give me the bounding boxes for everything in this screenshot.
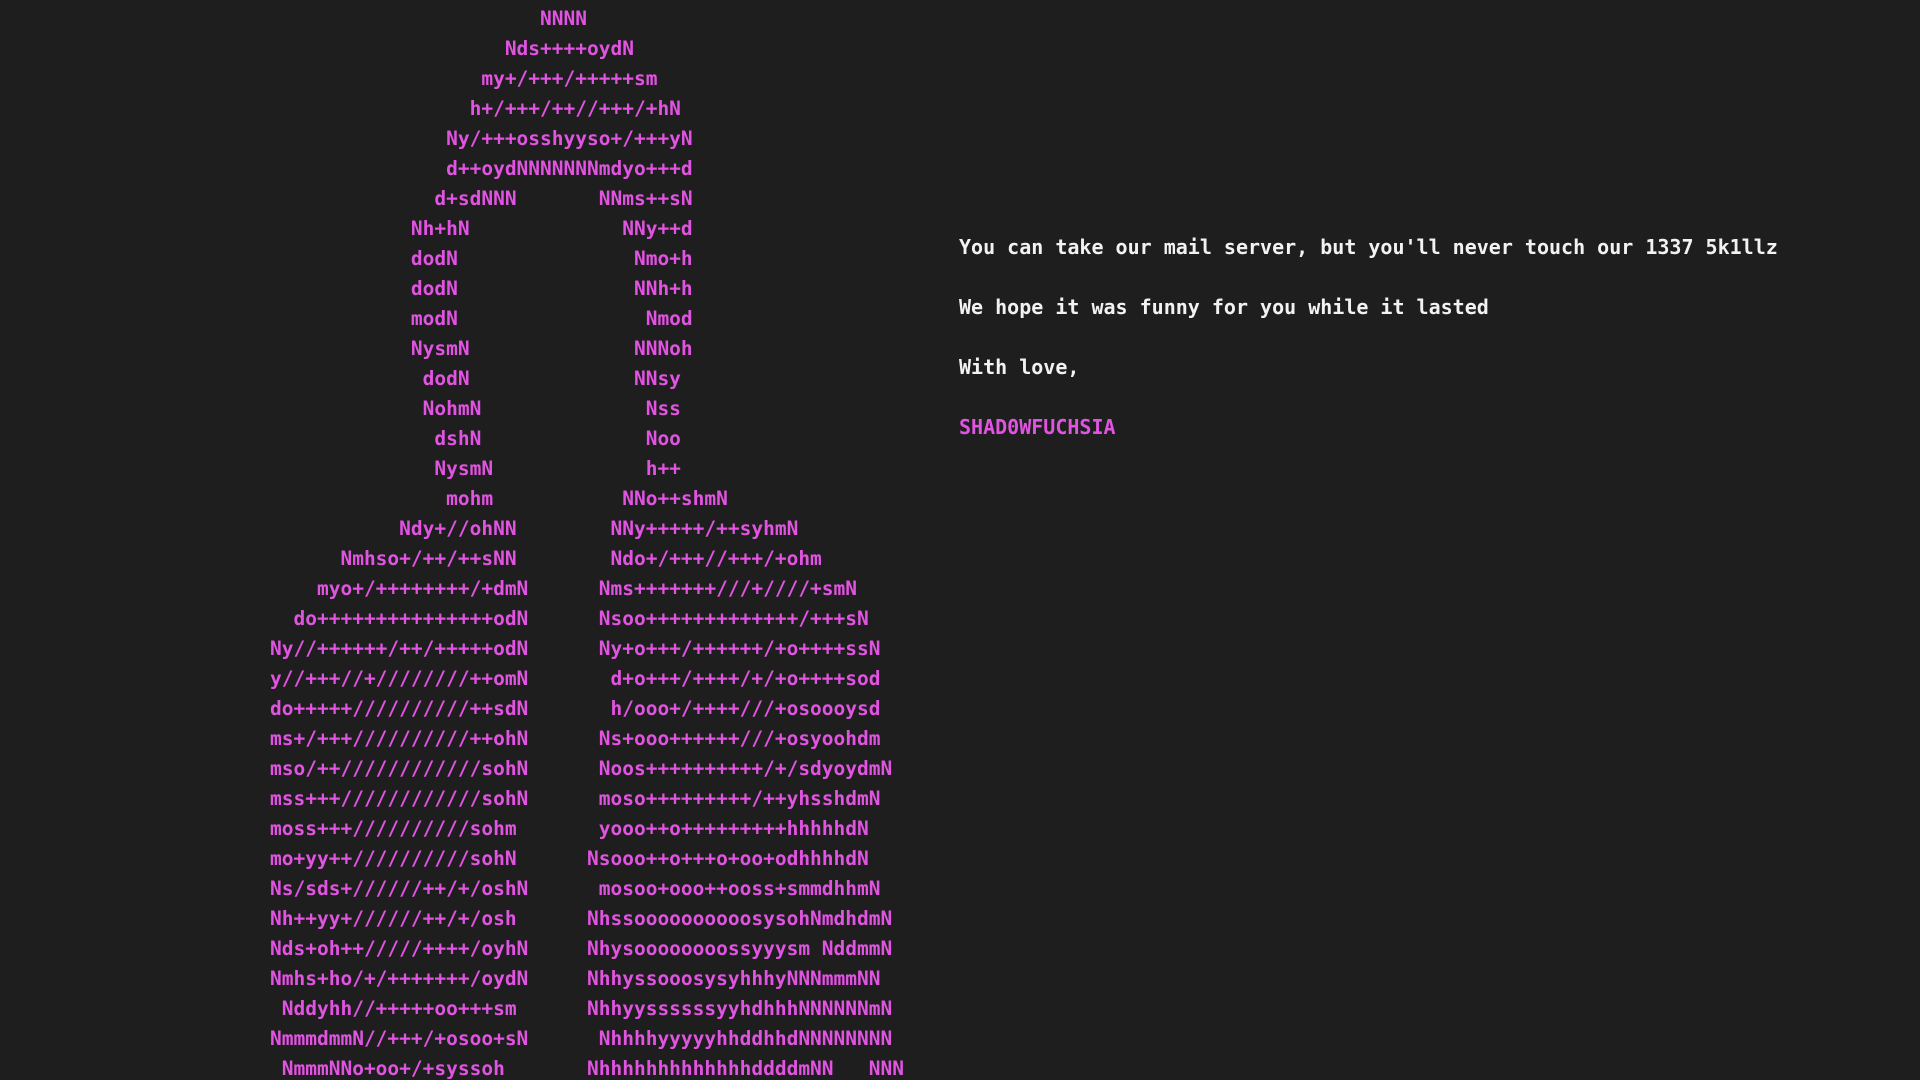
ascii-art-line: NysmN h++ — [0, 457, 681, 480]
ascii-art-line: mss+++////////////sohN moso+++++++++/++y… — [0, 787, 881, 810]
ascii-art-line: Nh+hN NNy++d — [0, 217, 693, 240]
ascii-art-line: Ny/+++osshyyso+/+++yN — [0, 127, 693, 150]
ascii-art-line: Nddyhh//+++++oo+++sm NhhyyssssssyyhdhhhN… — [0, 997, 893, 1020]
ascii-art-line: NmmmNNo+oo+/+syssoh NhhhhhhhhhhhhhddddmN… — [0, 1057, 904, 1080]
ascii-art-line: mso/++////////////sohN Noos++++++++++/+/… — [0, 757, 893, 780]
ascii-art-line: d+sdNNN NNms++sN — [0, 187, 693, 210]
ascii-art-line: dodN NNsy — [0, 367, 681, 390]
ascii-art-line: Nds++++oydN — [0, 37, 634, 60]
ascii-art-line: Ny//++++++/++/+++++odN Ny+o+++/++++++/+o… — [0, 637, 881, 660]
ascii-art-line: dodN Nmo+h — [0, 247, 693, 270]
ascii-art-line: Nh++yy+//////++/+/osh Nhssoooooooooosyso… — [0, 907, 893, 930]
ascii-art-line: moss+++//////////sohm yooo++o+++++++++hh… — [0, 817, 869, 840]
ascii-art-line: Nmhs+ho/+/+++++++/oydN Nhhyssooosysyhhhy… — [0, 967, 881, 990]
ascii-art-line: y//+++//+////////++omN d+o+++/++++/+/+o+… — [0, 667, 881, 690]
ascii-art-line: myo+/++++++++/+dmN Nms+++++++///+////+sm… — [0, 577, 858, 600]
ascii-art-line: Ns/sds+//////++/+/oshN mosoo+ooo++ooss+s… — [0, 877, 881, 900]
ascii-art-line: dshN Noo — [0, 427, 681, 450]
ascii-art-line: mohm NNo++shmN — [0, 487, 728, 510]
message-line-3: With love, — [959, 355, 1080, 379]
ascii-art-line: my+/+++/+++++sm — [0, 67, 658, 90]
ascii-art-line: NNNN — [0, 7, 587, 30]
ascii-art-line: do+++++++++++++++odN Nsoo+++++++++++++/+… — [0, 607, 869, 630]
ransom-message: You can take our mail server, but you'll… — [959, 232, 1778, 472]
ascii-art-line: NmmmdmmN//+++/+osoo+sN Nhhhhyyyyyhhddhhd… — [0, 1027, 893, 1050]
message-line-2: We hope it was funny for you while it la… — [959, 295, 1489, 319]
ascii-art-line: ms+/+++//////////++ohN Ns+ooo++++++///+o… — [0, 727, 881, 750]
signature: SHAD0WFUCHSIA — [959, 415, 1116, 439]
ascii-art-line: h+/+++/++//+++/+hN — [0, 97, 681, 120]
message-line-1: You can take our mail server, but you'll… — [959, 235, 1778, 259]
ascii-art-figure: NNNN Nds++++oydN my+/+++/+++++sm h+/+++/… — [0, 4, 904, 1080]
ascii-art-line: modN Nmod — [0, 307, 693, 330]
ascii-art-line: do+++++//////////++sdN h/ooo+/++++///+os… — [0, 697, 881, 720]
ascii-art-line: Ndy+//ohNN NNy+++++/++syhmN — [0, 517, 799, 540]
ascii-art-line: d++oydNNNNNNNmdyo+++d — [0, 157, 693, 180]
ascii-art-line: NohmN Nss — [0, 397, 681, 420]
ascii-art-line: NysmN NNNoh — [0, 337, 693, 360]
ascii-art-line: Nmhso+/++/++sNN Ndo+/+++//+++/+ohm — [0, 547, 822, 570]
terminal-screen: NNNN Nds++++oydN my+/+++/+++++sm h+/+++/… — [0, 0, 1920, 1080]
ascii-art-line: dodN NNh+h — [0, 277, 693, 300]
ascii-art-line: mo+yy++//////////sohN Nsooo++o+++o+oo+od… — [0, 847, 869, 870]
ascii-art-line: Nds+oh++/////++++/oyhN Nhysoooooooossyyy… — [0, 937, 893, 960]
